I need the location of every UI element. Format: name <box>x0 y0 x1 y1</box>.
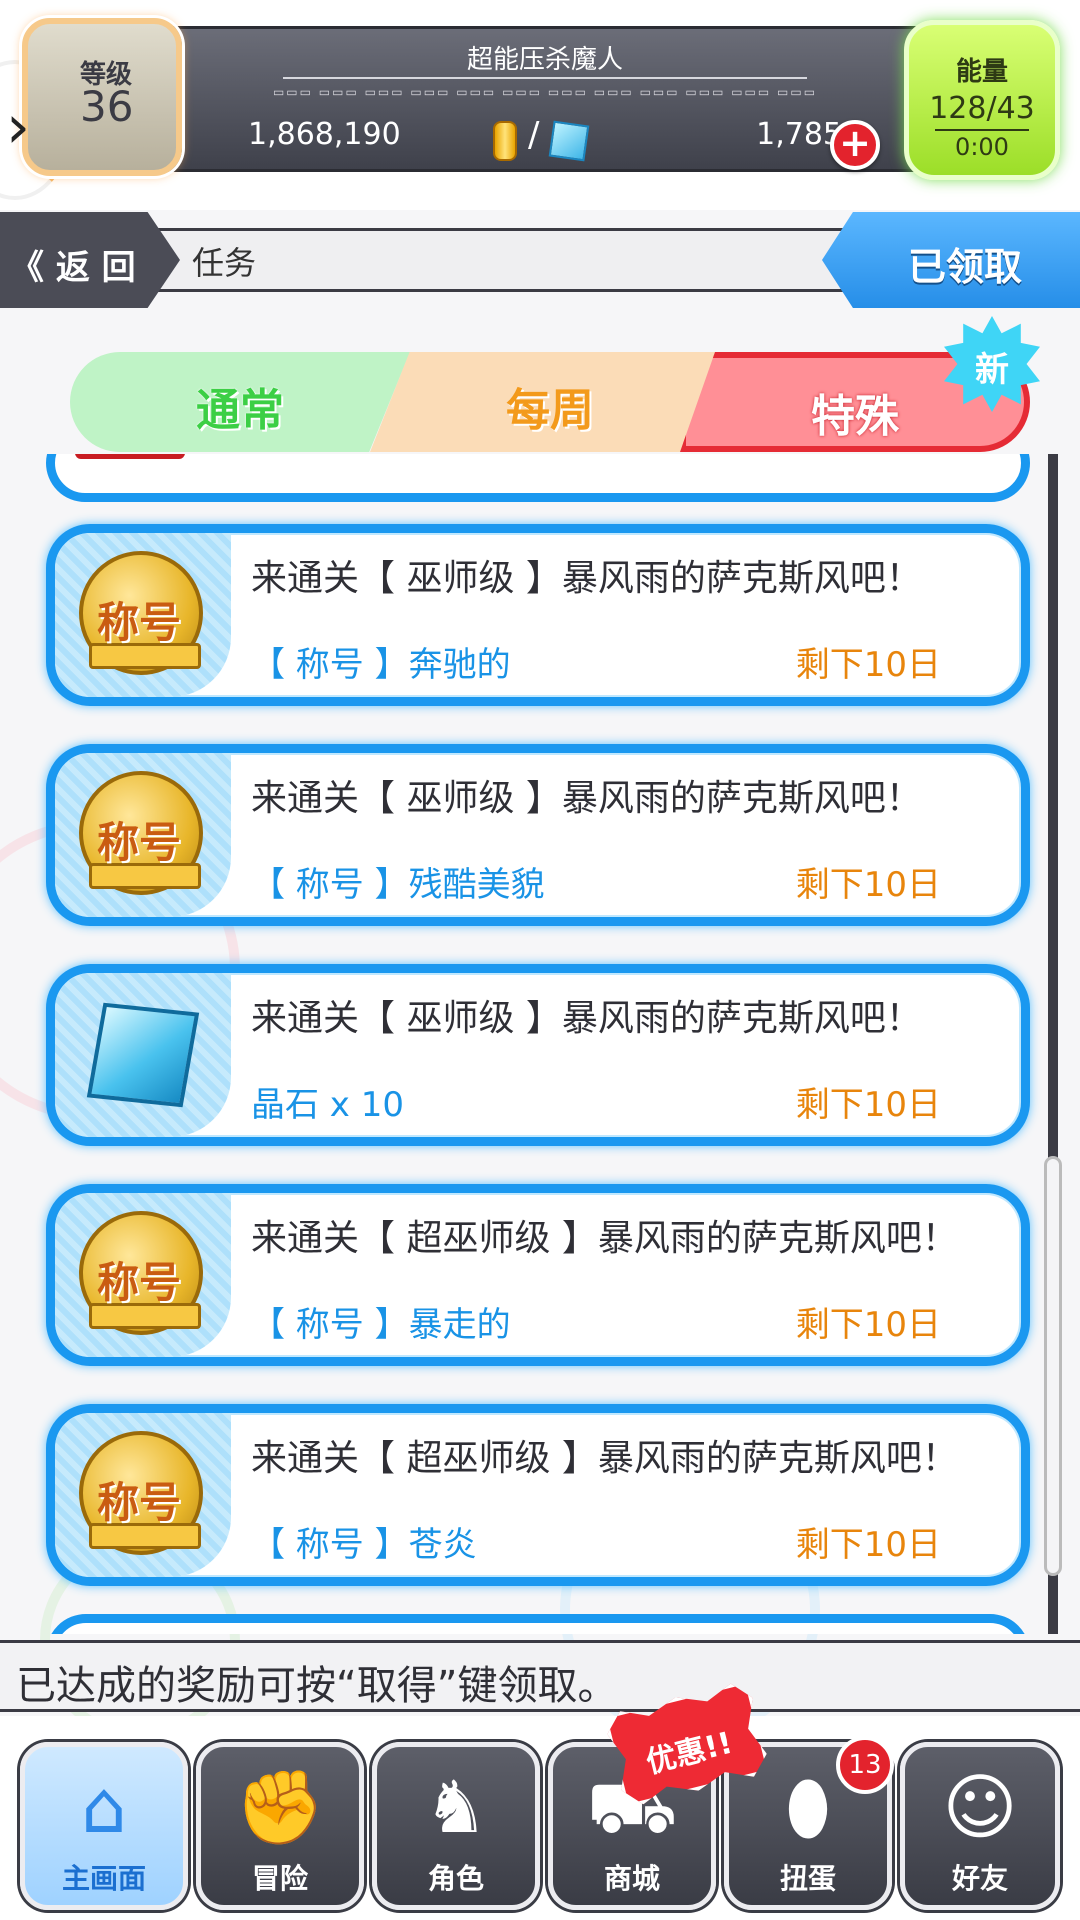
quest-reward: 【 称号 】残酷美貌 <box>251 865 545 905</box>
quest-remaining-time: 剩下10日 <box>795 865 941 905</box>
quest-description: 来通关【 巫师级 】暴风雨的萨克斯风吧！ <box>251 998 922 1039</box>
quest-tabs: 通常 每周 特殊 <box>70 352 1030 452</box>
nav-home-button[interactable]: ⌂ 主画面 <box>20 1742 188 1910</box>
energy-box: 能量 128/43 0:00 <box>904 20 1060 180</box>
player-info-panel: 超能压杀魔人 ▭▭▭ ▭▭▭ ▭▭▭ ▭▭▭ ▭▭▭ ▭▭▭ ▭▭▭ ▭▭▭ ▭… <box>150 26 940 172</box>
list-item[interactable]: 称号 来通关【 巫师级 】暴风雨的萨克斯风吧！ 【 称号 】残酷美貌 剩下10日 <box>46 744 1030 926</box>
quest-description: 来通关【 超巫师级 】暴风雨的萨克斯风吧！ <box>251 1438 958 1479</box>
gem-icon <box>548 120 590 162</box>
quest-reward: 【 称号 】奔驰的 <box>251 645 511 685</box>
reward-icon-frame: 称号 <box>55 1413 231 1577</box>
energy-label: 能量 <box>955 57 1008 87</box>
list-item[interactable]: 等级 <box>46 454 1030 502</box>
quest-remaining-time: 剩下10日 <box>795 645 941 685</box>
quest-description: 来通关【 巫师级 】暴风雨的萨克斯风吧！ <box>251 778 922 819</box>
add-currency-button[interactable]: + <box>830 120 880 170</box>
list-item[interactable]: 称号 来通关【 巫师级 】暴风雨的萨克斯风吧！ 【 称号 】奔驰的 剩下10日 <box>46 524 1030 706</box>
title-medal-icon: 称号 <box>79 551 203 675</box>
chevron-right-icon[interactable]: › <box>6 92 30 162</box>
tab-weekly[interactable]: 每周 <box>370 352 730 452</box>
level-tag: 等级 <box>75 454 185 459</box>
quest-description: 来通关【 超巫师级 】暴风雨的萨克斯风吧！ <box>251 1218 958 1259</box>
quest-remaining-time: 剩下10日 <box>795 1085 941 1125</box>
title-medal-icon: 称号 <box>79 1211 203 1335</box>
tab-normal[interactable]: 通常 <box>70 352 410 452</box>
player-subtitle: ▭▭▭ ▭▭▭ ▭▭▭ ▭▭▭ ▭▭▭ ▭▭▭ ▭▭▭ ▭▭▭ ▭▭▭ ▭▭▭ … <box>272 85 818 99</box>
title-medal-label: 称号 <box>97 818 182 867</box>
nav-friends-label: 好友 <box>951 1862 1008 1895</box>
status-bar: 超能压杀魔人 ▭▭▭ ▭▭▭ ▭▭▭ ▭▭▭ ▭▭▭ ▭▭▭ ▭▭▭ ▭▭▭ ▭… <box>0 0 1080 210</box>
title-medal-icon: 称号 <box>79 771 203 895</box>
nav-character-button[interactable]: ♞ 角色 <box>372 1742 540 1910</box>
nav-adventure-button[interactable]: ✊ 冒险 <box>196 1742 364 1910</box>
reward-icon-frame: 称号 <box>55 753 231 917</box>
divider <box>935 129 1029 131</box>
nav-gacha-label: 扭蛋 <box>779 1862 836 1895</box>
claimed-button[interactable]: 已领取 <box>822 212 1080 308</box>
coin-icon <box>493 121 517 161</box>
hint-text: 已达成的奖励可按“取得”键领取。 <box>16 1663 618 1709</box>
hint-bar: 已达成的奖励可按“取得”键领取。 <box>0 1640 1080 1712</box>
nav-shop-label: 商城 <box>603 1862 660 1895</box>
reward-icon-frame: 称号 <box>55 1193 231 1357</box>
bottom-nav: ⌂ 主画面 ✊ 冒险 ♞ 角色 ⛟ 商城 ⬮ 扭蛋 ☺ 好友 <box>0 1716 1080 1920</box>
crystal-gem-icon <box>86 1002 200 1108</box>
quest-reward: 【 称号 】暴走的 <box>251 1305 511 1345</box>
title-medal-icon: 称号 <box>79 1431 203 1555</box>
quest-description: 来通关【 巫师级 】暴风雨的萨克斯风吧！ <box>251 558 922 599</box>
title-medal-label: 称号 <box>97 1478 182 1527</box>
list-item[interactable] <box>46 1614 1030 1634</box>
nav-friends-button[interactable]: ☺ 好友 <box>900 1742 1060 1910</box>
level-value: 36 <box>80 82 134 131</box>
level-badge: 等级 36 <box>22 18 182 176</box>
title-medal-label: 称号 <box>97 598 182 647</box>
quest-remaining-time: 剩下10日 <box>795 1525 941 1565</box>
energy-timer: 0:00 <box>955 133 1009 161</box>
energy-value: 128/43 <box>929 91 1035 126</box>
home-icon: ⌂ <box>81 1765 127 1849</box>
currency-separator: / <box>528 115 540 155</box>
quest-reward: 【 称号 】苍炎 <box>251 1525 477 1565</box>
nav-character-label: 角色 <box>427 1862 484 1895</box>
coin-count: 1,868,190 <box>248 117 401 152</box>
back-button[interactable]: 《 返 回 <box>0 212 180 308</box>
list-item[interactable]: 称号 来通关【 超巫师级 】暴风雨的萨克斯风吧！ 【 称号 】苍炎 剩下10日 <box>46 1404 1030 1586</box>
reward-icon-frame: 称号 <box>55 533 231 697</box>
reward-icon-frame <box>55 973 231 1137</box>
quest-remaining-time: 剩下10日 <box>795 1305 941 1345</box>
divider <box>283 77 807 79</box>
quest-reward: 晶石 x 10 <box>251 1085 404 1125</box>
gacha-count-badge: 13 <box>836 1736 894 1794</box>
list-item[interactable]: 称号 来通关【 超巫师级 】暴风雨的萨克斯风吧！ 【 称号 】暴走的 剩下10日 <box>46 1184 1030 1366</box>
quest-list[interactable]: 等级 称号 来通关【 巫师级 】暴风雨的萨克斯风吧！ 【 称号 】奔驰的 剩下1… <box>0 454 1060 1634</box>
nav-home-label: 主画面 <box>61 1862 146 1895</box>
rabbit-icon: ♞ <box>423 1765 489 1849</box>
title-medal-label: 称号 <box>97 1258 182 1307</box>
friends-icon: ☺ <box>942 1765 1018 1849</box>
player-name: 超能压杀魔人 <box>466 45 623 75</box>
nav-adventure-label: 冒险 <box>251 1862 308 1895</box>
handshake-icon: ✊ <box>235 1765 325 1849</box>
scrollbar-thumb[interactable] <box>1044 1156 1062 1576</box>
list-item[interactable]: 来通关【 巫师级 】暴风雨的萨克斯风吧！ 晶石 x 10 剩下10日 <box>46 964 1030 1146</box>
page-title: 任务 <box>192 244 257 282</box>
